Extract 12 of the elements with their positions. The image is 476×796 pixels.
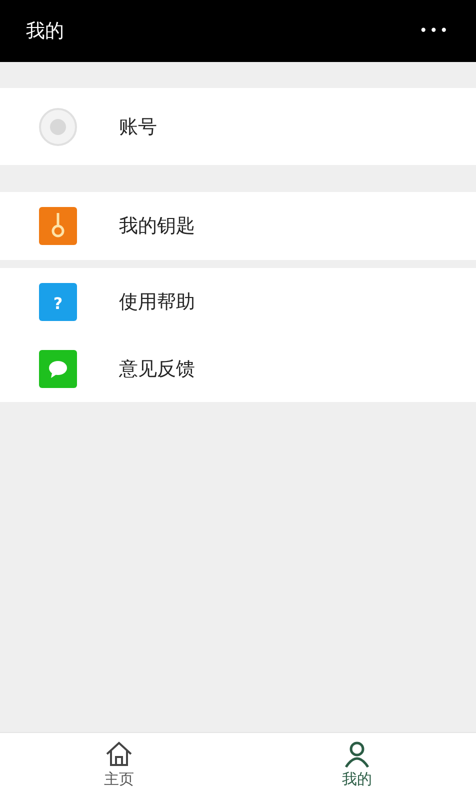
avatar-icon[interactable] [39, 108, 77, 146]
tab[interactable]: 主页 [0, 733, 238, 796]
more-menu-button[interactable]: ••• [419, 23, 450, 39]
help-icon: ? [39, 282, 77, 320]
page-title: 我的 [26, 19, 64, 44]
home-icon [104, 740, 134, 768]
account-label: 账号 [119, 114, 157, 140]
menu-item[interactable]: 意见反馈 [0, 335, 476, 402]
menu-item[interactable]: ? 使用帮助 [0, 268, 476, 335]
person-icon [342, 740, 372, 768]
tab[interactable]: 我的 [238, 733, 476, 796]
menu-item[interactable]: 我的钥匙 [0, 192, 476, 260]
